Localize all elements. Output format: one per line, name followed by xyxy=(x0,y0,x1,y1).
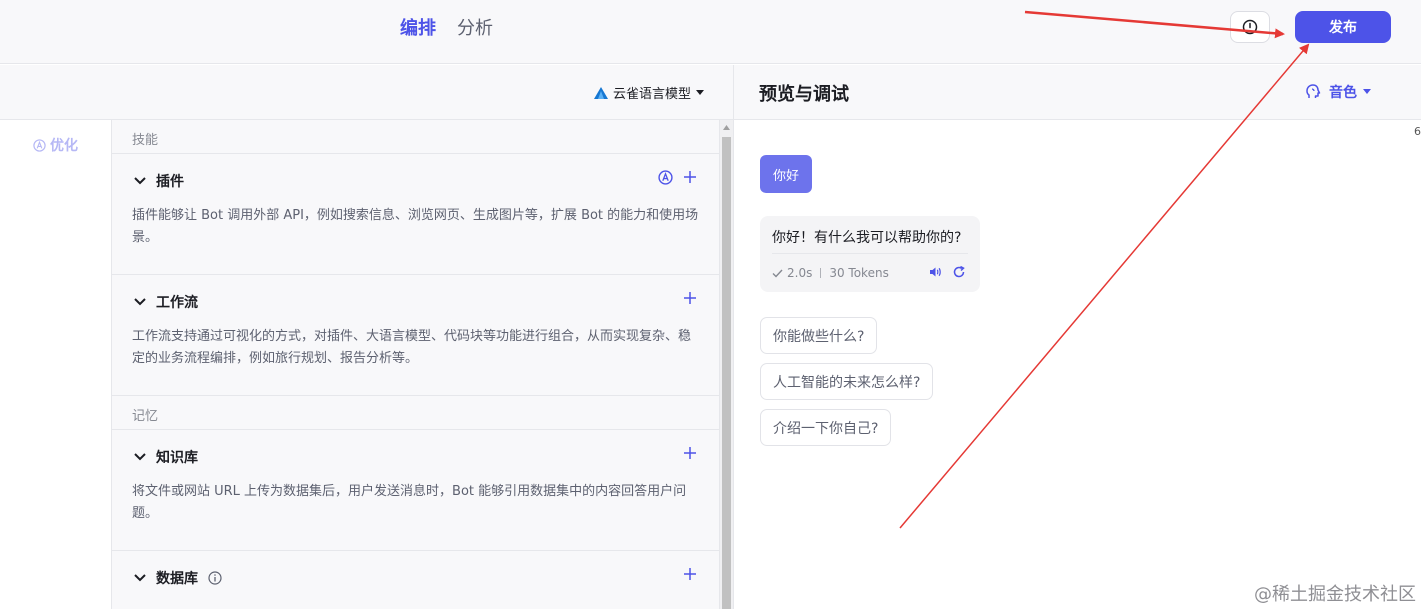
annotation-arrows xyxy=(899,10,1310,529)
annotation-arrow xyxy=(899,43,1310,529)
annotation-arrow xyxy=(1024,10,1285,39)
